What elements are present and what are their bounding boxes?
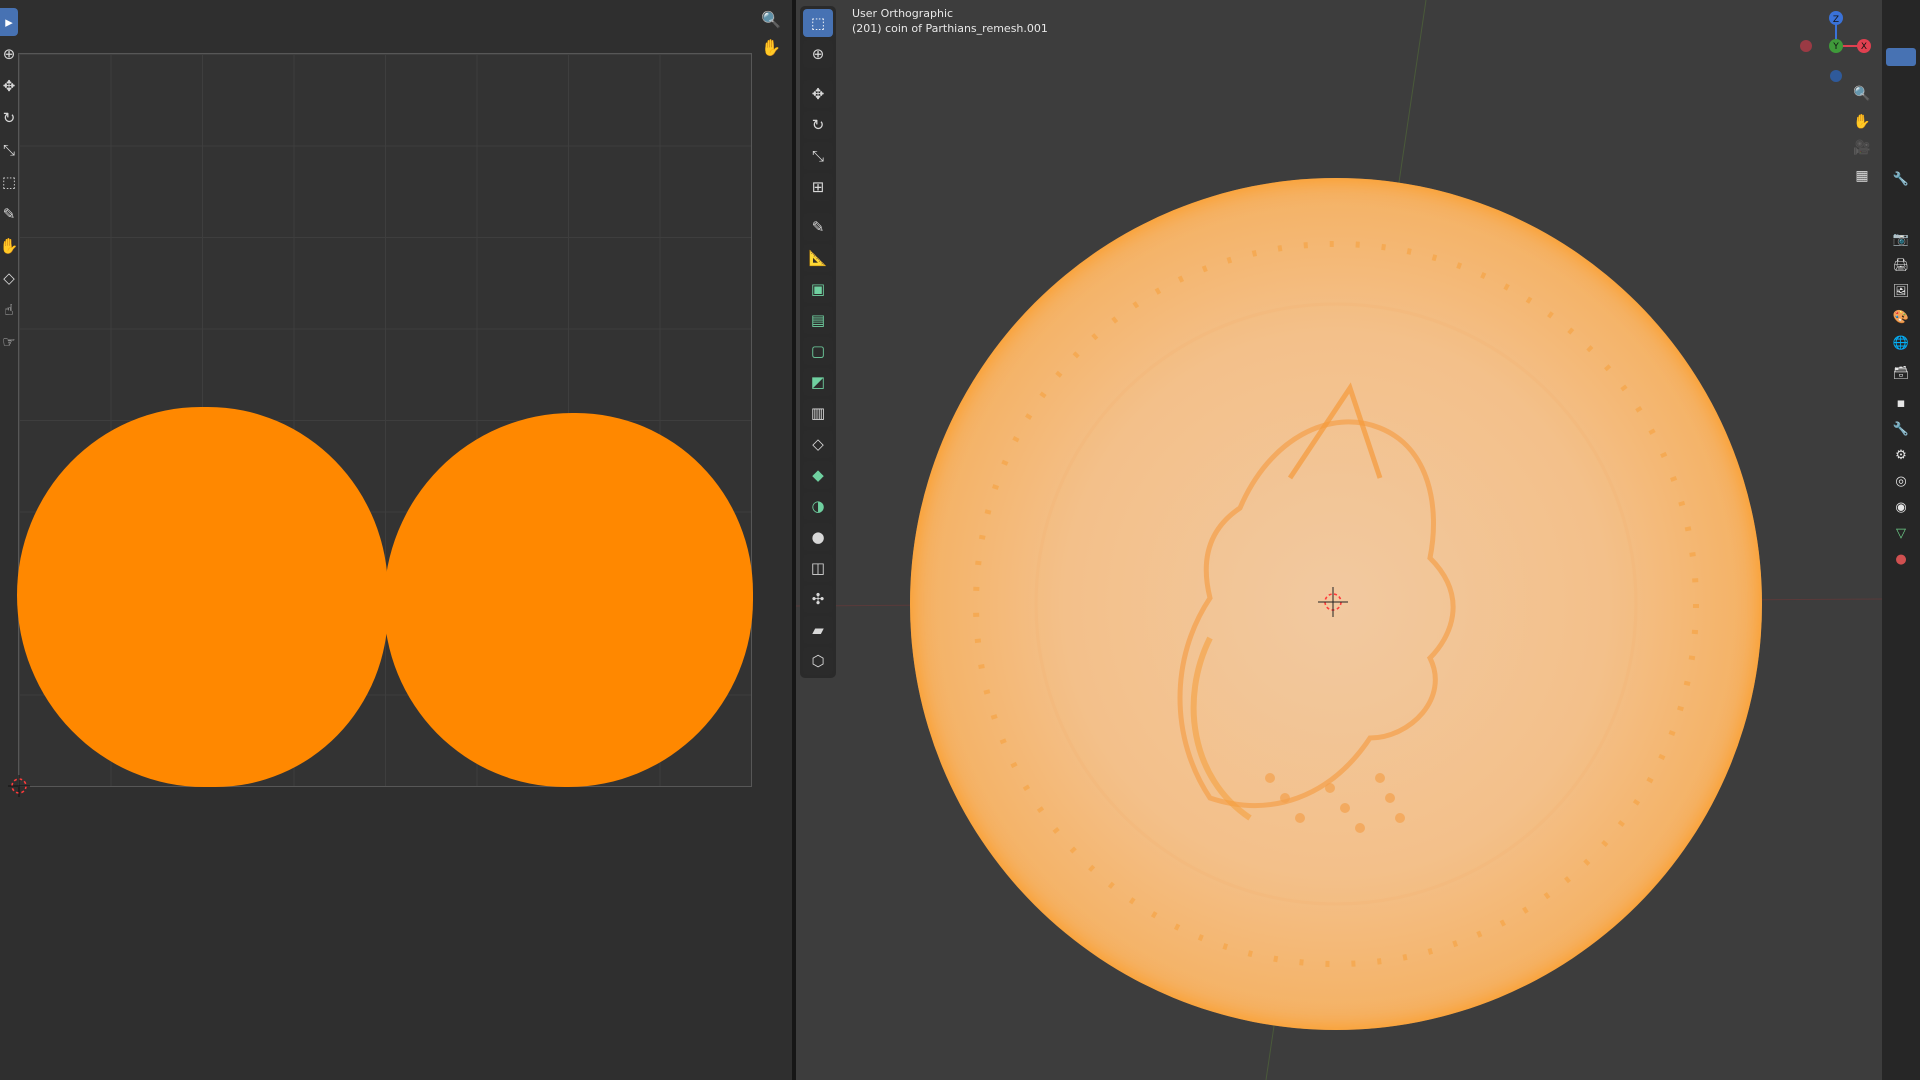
extrude-tool[interactable]: ▤ [803, 306, 833, 334]
pan-icon[interactable]: ✋ [758, 34, 784, 60]
view-layer-icon[interactable]: 🖼 [1890, 280, 1912, 302]
knife-tool[interactable]: ◇ [803, 430, 833, 458]
zoom-icon[interactable]: 🔍 [758, 6, 784, 32]
constraints-icon[interactable]: ◉ [1890, 496, 1912, 518]
inset-tool[interactable]: ▢ [803, 337, 833, 365]
gizmo-z-label: Z [1833, 15, 1839, 25]
render-icon[interactable]: 📷 [1890, 228, 1912, 250]
measure-tool[interactable]: 📐 [803, 244, 833, 272]
data-icon[interactable]: ▽ [1890, 522, 1912, 544]
view-name: User Orthographic [852, 7, 954, 20]
rip-tool[interactable]: ☞ [0, 328, 18, 356]
viewport-info: User Orthographic (201) coin of Parthian… [852, 6, 1048, 36]
move-tool[interactable]: ✥ [0, 72, 18, 100]
shrink-fatten-tool[interactable]: ✣ [803, 585, 833, 613]
physics-icon[interactable]: ◎ [1890, 470, 1912, 492]
gizmo-x-label: X [1861, 42, 1867, 52]
relax-tool[interactable]: ◇ [0, 264, 18, 292]
spin-tool[interactable]: ◑ [803, 492, 833, 520]
annotate-tool[interactable]: ✎ [803, 213, 833, 241]
object-icon[interactable]: ▪ [1890, 392, 1912, 414]
smooth-tool[interactable]: ● [803, 523, 833, 551]
uv-editor[interactable]: ▸ ⊕ ✥ ↻ ⤡ ⬚ ✎ ✋ ◇ ☝ ☞ 🔍 ✋ [0, 0, 792, 1080]
move-tool[interactable]: ✥ [803, 80, 833, 108]
rotate-tool[interactable]: ↻ [0, 104, 18, 132]
scale-tool[interactable]: ⤡ [0, 136, 18, 164]
toolbar-separator [803, 204, 833, 210]
pan-icon[interactable]: ✋ [1850, 110, 1874, 134]
gizmo-neg-x-icon[interactable] [1800, 40, 1812, 52]
2d-cursor-icon[interactable] [8, 775, 30, 797]
particles-icon[interactable]: ⚙ [1890, 444, 1912, 466]
viewport-toolbar: ⬚ ⊕ ✥ ↻ ⤡ ⊞ ✎ 📐 ▣ ▤ ▢ ◩ ▥ ◇ ◆ ◑ ● ◫ ✣ ▰ … [800, 6, 836, 678]
output-icon[interactable]: 🖨 [1890, 254, 1912, 276]
material-icon[interactable]: ● [1890, 548, 1912, 570]
uv-island-right[interactable] [384, 413, 753, 787]
3d-cursor-icon[interactable] [1318, 587, 1348, 617]
toolbar-separator [803, 71, 833, 77]
object-label: (201) coin of Parthians_remesh.001 [852, 22, 1048, 35]
pinch-tool[interactable]: ☝ [0, 296, 18, 324]
rip-region-tool[interactable]: ⬡ [803, 647, 833, 675]
zoom-icon[interactable]: 🔍 [1850, 82, 1874, 106]
add-cube-tool[interactable]: ▣ [803, 275, 833, 303]
cursor-tool[interactable]: ⊕ [803, 40, 833, 68]
edge-slide-tool[interactable]: ◫ [803, 554, 833, 582]
modifier-icon[interactable]: 🔧 [1890, 418, 1912, 440]
poly-build-tool[interactable]: ◆ [803, 461, 833, 489]
scene-icon[interactable]: 🎨 [1890, 306, 1912, 328]
gizmo-neg-z-icon[interactable] [1830, 70, 1842, 82]
3d-viewport[interactable]: ⬚ ⊕ ✥ ↻ ⤡ ⊞ ✎ 📐 ▣ ▤ ▢ ◩ ▥ ◇ ◆ ◑ ● ◫ ✣ ▰ … [796, 0, 1882, 1080]
shear-tool[interactable]: ▰ [803, 616, 833, 644]
transform-tool[interactable]: ⬚ [0, 168, 18, 196]
bevel-tool[interactable]: ◩ [803, 368, 833, 396]
select-box-tool[interactable]: ▸ [0, 8, 18, 36]
collection-icon[interactable]: 🗃 [1890, 362, 1912, 384]
cursor-tool[interactable]: ⊕ [0, 40, 18, 68]
annotate-tool[interactable]: ✎ [0, 200, 18, 228]
grid-icon[interactable]: ▦ [1850, 164, 1874, 188]
properties-tabs: 🔧 📷 🖨 🖼 🎨 🌐 🗃 ▪ 🔧 ⚙ ◎ ◉ ▽ ● [1882, 0, 1920, 1080]
rotate-tool[interactable]: ↻ [803, 111, 833, 139]
transform-tool[interactable]: ⊞ [803, 173, 833, 201]
uv-island-left[interactable] [17, 407, 388, 787]
scale-tool[interactable]: ⤡ [803, 142, 833, 170]
loop-cut-tool[interactable]: ▥ [803, 399, 833, 427]
grab-tool[interactable]: ✋ [0, 232, 18, 260]
navigation-gizmo[interactable]: Z X Y [1796, 6, 1876, 86]
camera-icon[interactable]: 🎥 [1850, 136, 1874, 160]
properties-editor-icon[interactable]: 🔧 [1890, 168, 1912, 190]
world-icon[interactable]: 🌐 [1890, 332, 1912, 354]
outliner-filter-icon[interactable] [1886, 48, 1916, 66]
gizmo-y-label: Y [1832, 42, 1839, 52]
uv-toolbar: ▸ ⊕ ✥ ↻ ⤡ ⬚ ✎ ✋ ◇ ☝ ☞ [0, 8, 18, 356]
select-box-tool[interactable]: ⬚ [803, 9, 833, 37]
